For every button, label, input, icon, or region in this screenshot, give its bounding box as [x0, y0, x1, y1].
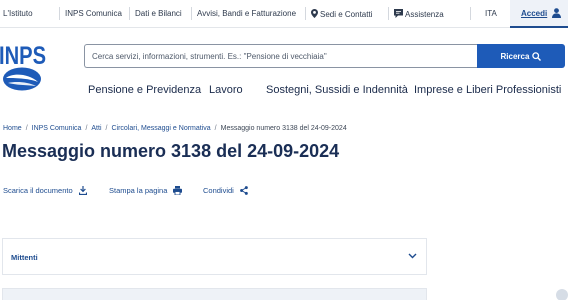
topbar-divider	[388, 7, 389, 20]
inps-logo[interactable]: INPS	[0, 40, 48, 101]
nav-item-pensione[interactable]: Pensione e Previdenza	[88, 84, 201, 96]
nav-item-sostegni[interactable]: Sostegni, Sussidi e Indennità	[266, 84, 408, 96]
topbar-link-sedi[interactable]: Sedi e Contatti	[311, 9, 372, 19]
topbar-link-avvisi[interactable]: Avvisi, Bandi e Fatturazione	[197, 9, 296, 18]
breadcrumb-current: Messaggio numero 3138 del 24-09-2024	[220, 125, 347, 132]
page-title: Messaggio numero 3138 del 24-09-2024	[2, 141, 340, 161]
inps-logo-graphic: INPS	[0, 42, 46, 91]
search-input[interactable]	[85, 45, 478, 67]
share-label: Condividi	[203, 186, 234, 195]
download-icon	[78, 186, 87, 195]
breadcrumb-circolari[interactable]: Circolari, Messaggi e Normativa	[111, 125, 210, 132]
download-document-link[interactable]: Scarica il documento	[3, 186, 87, 195]
chevron-down-icon	[408, 253, 417, 259]
user-icon	[552, 8, 561, 18]
breadcrumb-home[interactable]: Home	[3, 125, 22, 132]
breadcrumb-inps-comunica[interactable]: INPS Comunica	[32, 125, 82, 132]
chat-icon	[394, 9, 403, 18]
scroll-to-top-button[interactable]	[556, 289, 568, 300]
breadcrumb-separator: /	[25, 125, 28, 132]
search-button-label: Ricerca	[500, 51, 530, 61]
breadcrumb-separator: /	[214, 125, 217, 132]
language-selector[interactable]: ITA	[485, 9, 497, 18]
breadcrumb-atti[interactable]: Atti	[91, 125, 101, 132]
print-page-link[interactable]: Stampa la pagina	[109, 186, 183, 195]
mittenti-accordion[interactable]: Mittenti	[2, 238, 427, 275]
logo-text: INPS	[0, 42, 46, 70]
print-icon	[173, 186, 183, 195]
topbar-divider	[191, 7, 192, 20]
breadcrumb-separator: /	[85, 125, 88, 132]
topbar-link-assistenza[interactable]: Assistenza	[394, 9, 444, 19]
login-button[interactable]: Accedi	[510, 0, 568, 28]
topbar-link-assistenza-label: Assistenza	[405, 10, 444, 19]
accordion-label: Mittenti	[11, 253, 38, 262]
topbar-link-istituto[interactable]: L'Istituto	[3, 9, 33, 18]
login-label: Accedi	[521, 9, 548, 18]
download-label: Scarica il documento	[3, 186, 73, 195]
breadcrumb-separator: /	[105, 125, 108, 132]
topbar-divider	[470, 7, 471, 20]
search-button[interactable]: Ricerca	[477, 44, 565, 68]
topbar-divider	[129, 7, 130, 20]
nav-item-lavoro[interactable]: Lavoro	[209, 84, 243, 96]
search-field-wrapper	[84, 44, 478, 68]
share-link[interactable]: Condividi	[203, 186, 248, 195]
print-label: Stampa la pagina	[109, 186, 168, 195]
topbar-link-sedi-label: Sedi e Contatti	[320, 10, 373, 19]
topbar-link-inps-comunica[interactable]: INPS Comunica	[65, 9, 122, 18]
topbar-divider	[305, 7, 306, 20]
breadcrumb: Home / INPS Comunica / Atti / Circolari, Messa…	[3, 125, 347, 132]
search-icon	[532, 51, 542, 61]
next-accordion-panel[interactable]	[2, 288, 427, 300]
location-pin-icon	[311, 9, 318, 18]
topbar-divider	[59, 7, 60, 20]
topbar-link-dati-bilanci[interactable]: Dati e Bilanci	[135, 9, 182, 18]
share-icon	[239, 186, 248, 195]
nav-item-imprese[interactable]: Imprese e Liberi Professionisti	[414, 84, 561, 96]
top-utility-bar: L'Istituto INPS Comunica Dati e Bilanci …	[0, 0, 568, 28]
